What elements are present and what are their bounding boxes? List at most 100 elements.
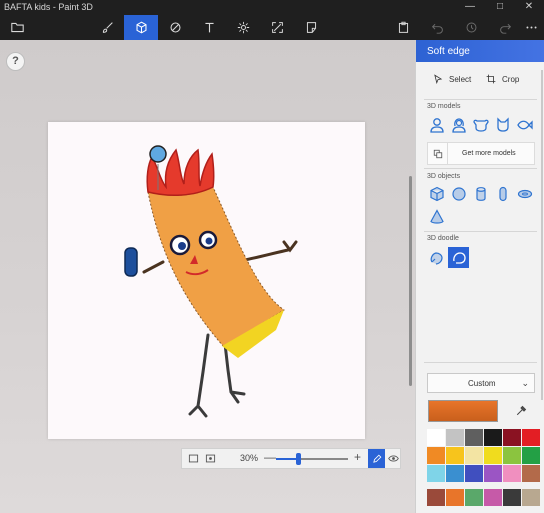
color-swatch[interactable] bbox=[427, 489, 445, 506]
zoom-in-button[interactable]: + bbox=[354, 450, 361, 464]
fit-view-icon bbox=[188, 454, 198, 463]
color-swatch[interactable] bbox=[522, 489, 540, 506]
eyedropper-button[interactable] bbox=[507, 398, 535, 424]
cylinder-icon bbox=[476, 187, 486, 201]
color-swatch[interactable] bbox=[503, 429, 521, 446]
pen-mode-button[interactable] bbox=[368, 449, 385, 468]
color-swatch[interactable] bbox=[446, 489, 464, 506]
zoom-out-button[interactable]: — bbox=[264, 450, 276, 464]
zoom-slider[interactable] bbox=[276, 453, 348, 465]
drawing-canvas[interactable] bbox=[48, 122, 365, 439]
zoom-slider-thumb[interactable] bbox=[295, 453, 301, 465]
dog-model-button[interactable] bbox=[470, 115, 492, 135]
select-label: Select bbox=[449, 74, 472, 84]
panel-scrollbar[interactable] bbox=[541, 70, 543, 400]
canvas-button[interactable] bbox=[260, 15, 294, 40]
eye-icon bbox=[388, 455, 399, 462]
sharp-edge-doodle-button[interactable] bbox=[426, 247, 447, 268]
color-swatch[interactable] bbox=[446, 465, 464, 482]
stickers-button[interactable] bbox=[294, 15, 328, 40]
effects-icon bbox=[237, 21, 249, 34]
view-3d-button[interactable] bbox=[386, 449, 401, 468]
3d-doodle-heading: 3D doodle bbox=[427, 235, 459, 242]
cube-object-button[interactable] bbox=[426, 184, 448, 204]
vertical-scrollbar[interactable] bbox=[409, 176, 412, 386]
color-swatch[interactable] bbox=[446, 429, 464, 446]
shapes-icon bbox=[170, 22, 180, 33]
color-swatch[interactable] bbox=[484, 447, 502, 464]
close-button[interactable]: ✕ bbox=[514, 0, 544, 15]
effects-button[interactable] bbox=[226, 15, 260, 40]
fish-icon bbox=[517, 120, 533, 130]
brushes-button[interactable] bbox=[90, 15, 124, 40]
capsule-object-button[interactable] bbox=[492, 184, 514, 204]
crop-button[interactable]: Crop bbox=[486, 70, 519, 88]
undo-button[interactable] bbox=[420, 15, 454, 40]
color-swatch[interactable] bbox=[503, 447, 521, 464]
color-swatch[interactable] bbox=[427, 429, 445, 446]
sticker-icon bbox=[306, 22, 316, 33]
color-swatch[interactable] bbox=[446, 447, 464, 464]
woman-icon bbox=[452, 118, 466, 133]
color-swatch[interactable] bbox=[503, 465, 521, 482]
cone-object-button[interactable] bbox=[426, 207, 448, 227]
color-swatch[interactable] bbox=[522, 465, 540, 482]
zoom-slider-fill bbox=[276, 458, 298, 460]
color-swatch[interactable] bbox=[484, 489, 502, 506]
remix-icon bbox=[428, 143, 448, 164]
history-button[interactable] bbox=[454, 15, 488, 40]
doodle-drawing[interactable] bbox=[48, 122, 365, 439]
color-mode-value: Custom bbox=[468, 379, 496, 388]
3d-objects-heading: 3D objects bbox=[427, 173, 461, 180]
panel-header: Soft edge bbox=[416, 40, 544, 62]
crop-icon bbox=[486, 74, 496, 84]
color-swatch[interactable] bbox=[465, 489, 483, 506]
history-icon bbox=[466, 22, 476, 33]
color-swatch[interactable] bbox=[522, 429, 540, 446]
select-button[interactable]: Select bbox=[433, 70, 471, 88]
color-swatch[interactable] bbox=[465, 465, 483, 482]
maximize-button[interactable]: □ bbox=[485, 0, 515, 15]
text-button[interactable] bbox=[192, 15, 226, 40]
color-swatch[interactable] bbox=[484, 429, 502, 446]
3d-models-heading: 3D models bbox=[427, 103, 461, 110]
sphere-object-button[interactable] bbox=[448, 184, 470, 204]
get-more-models-button[interactable]: Get more models bbox=[427, 142, 535, 165]
2d-shapes-button[interactable] bbox=[158, 15, 192, 40]
torus-object-button[interactable] bbox=[514, 184, 536, 204]
man-model-button[interactable] bbox=[426, 115, 448, 135]
crop-label: Crop bbox=[502, 74, 520, 84]
screenshot-view-button[interactable] bbox=[202, 451, 218, 466]
current-color-swatch[interactable] bbox=[428, 400, 498, 422]
help-button[interactable]: ? bbox=[6, 52, 25, 71]
color-swatch[interactable] bbox=[427, 447, 445, 464]
paste-button[interactable] bbox=[386, 15, 420, 40]
fish-model-button[interactable] bbox=[514, 115, 536, 135]
man-icon bbox=[430, 118, 444, 133]
cat-model-button[interactable] bbox=[492, 115, 514, 135]
chevron-down-icon: ⌄ bbox=[521, 378, 529, 388]
soft-edge-doodle-button[interactable] bbox=[448, 247, 469, 268]
3d-shapes-button[interactable] bbox=[124, 15, 158, 40]
more-button[interactable] bbox=[514, 15, 544, 40]
color-mode-dropdown[interactable]: Custom ⌄ bbox=[427, 373, 535, 393]
color-swatch[interactable] bbox=[484, 465, 502, 482]
color-swatch[interactable] bbox=[465, 447, 483, 464]
color-swatch[interactable] bbox=[522, 447, 540, 464]
window-title: BAFTA kids - Paint 3D bbox=[4, 2, 93, 12]
capsule-icon bbox=[499, 186, 507, 202]
woman-model-button[interactable] bbox=[448, 115, 470, 135]
rotate-handle[interactable] bbox=[149, 145, 167, 163]
menu-folder-button[interactable] bbox=[0, 15, 34, 40]
color-palette bbox=[427, 429, 540, 482]
cylinder-object-button[interactable] bbox=[470, 184, 492, 204]
brush-icon bbox=[102, 22, 113, 33]
color-swatch[interactable] bbox=[427, 465, 445, 482]
fit-view-button[interactable] bbox=[185, 451, 201, 466]
divider bbox=[424, 168, 537, 169]
minimize-button[interactable]: — bbox=[455, 0, 485, 15]
canvas-workspace[interactable]: ? 30% — + bbox=[0, 40, 415, 513]
text-icon bbox=[204, 22, 214, 33]
color-swatch[interactable] bbox=[503, 489, 521, 506]
color-swatch[interactable] bbox=[465, 429, 483, 446]
